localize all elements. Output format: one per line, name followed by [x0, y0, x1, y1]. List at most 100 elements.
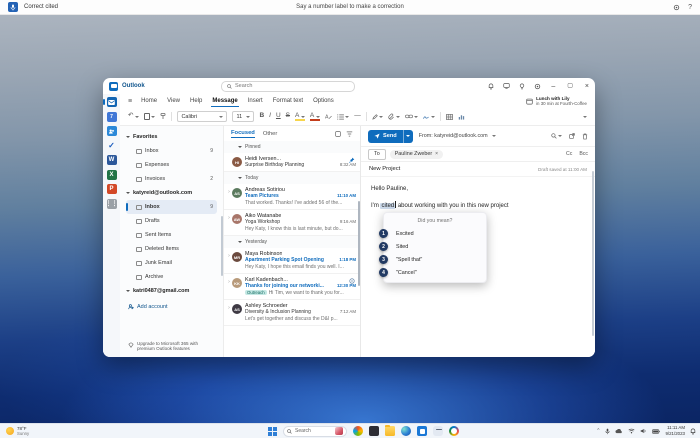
- rail-excel-icon[interactable]: X: [107, 170, 117, 180]
- paste-icon[interactable]: [144, 113, 156, 120]
- folder-favorites-expenses[interactable]: Expenses: [126, 158, 217, 172]
- suggestion-excited[interactable]: 1 Excited: [384, 227, 486, 240]
- close-button[interactable]: ×: [585, 83, 589, 90]
- taskbar-outlook-icon-active[interactable]: [433, 426, 443, 436]
- italic-button[interactable]: I: [269, 113, 271, 120]
- expand-chevron-icon[interactable]: ›: [226, 251, 232, 270]
- popout-icon[interactable]: [569, 133, 575, 139]
- select-messages-icon[interactable]: [335, 131, 341, 137]
- expand-chevron-icon[interactable]: ›: [226, 213, 232, 232]
- search-input[interactable]: Search: [221, 81, 355, 92]
- from-selector[interactable]: From: katyreid@outlook.com: [419, 133, 496, 139]
- message-list-scrollbar[interactable]: [358, 201, 360, 286]
- strikethrough-button[interactable]: S: [286, 113, 290, 120]
- expand-chevron-icon[interactable]: ›: [226, 187, 232, 206]
- voice-help-icon[interactable]: ?: [688, 4, 692, 11]
- rail-word-icon[interactable]: W: [107, 155, 117, 165]
- tray-microphone-icon[interactable]: [605, 428, 610, 435]
- feedback-icon[interactable]: [503, 83, 510, 89]
- bold-button[interactable]: B: [259, 113, 264, 120]
- link-icon[interactable]: [405, 114, 419, 119]
- group-header-yesterday[interactable]: Yesterday: [224, 236, 360, 248]
- folder-junk-email[interactable]: Junk Email: [126, 256, 217, 270]
- cc-button[interactable]: Cc: [566, 151, 572, 157]
- notifications-bell-icon[interactable]: [488, 83, 494, 90]
- maximize-button[interactable]: ▢: [567, 83, 573, 89]
- folder-pane-scrollbar[interactable]: [221, 216, 223, 276]
- email-row-heidi[interactable]: HI Heidi Iversen... Surprise Birthday Pl…: [224, 153, 360, 172]
- folder-drafts[interactable]: Drafts: [126, 214, 217, 228]
- remove-recipient-icon[interactable]: ×: [435, 151, 438, 157]
- voice-settings-gear-icon[interactable]: [673, 4, 680, 11]
- minimize-button[interactable]: –: [551, 83, 555, 90]
- taskbar-terminal-icon[interactable]: [369, 426, 379, 436]
- email-row-aiko[interactable]: › AW Aiko Watanabe Yoga Workshop9:16 AM …: [224, 210, 360, 236]
- expand-chevron-icon[interactable]: ›: [226, 303, 232, 322]
- discard-trash-icon[interactable]: [582, 133, 588, 140]
- notification-bell-icon[interactable]: [690, 428, 696, 435]
- rail-more-apps-icon[interactable]: ⋮⋮: [107, 199, 117, 209]
- settings-gear-icon[interactable]: [534, 83, 541, 90]
- tab-message[interactable]: Message: [211, 96, 238, 107]
- group-header-today[interactable]: Today: [224, 172, 360, 184]
- highlight-color-button[interactable]: A: [295, 113, 305, 120]
- editor-pen-icon[interactable]: [372, 114, 384, 120]
- rail-people-icon[interactable]: [107, 126, 117, 136]
- font-size-select[interactable]: 11: [232, 111, 254, 122]
- attach-paperclip-icon[interactable]: [388, 113, 400, 120]
- hamburger-menu-icon[interactable]: ≡: [128, 98, 132, 105]
- start-button[interactable]: [268, 427, 277, 436]
- taskbar-file-explorer-icon[interactable]: [385, 426, 395, 436]
- tab-options[interactable]: Options: [312, 96, 335, 106]
- tab-insert[interactable]: Insert: [247, 96, 264, 106]
- weather-widget[interactable]: 78°F Sunny: [0, 426, 180, 436]
- suggestion-cancel[interactable]: 4 "Cancel": [384, 266, 486, 279]
- email-row-andreas[interactable]: › AS Andreas Sotiriou Team Pictures11:10…: [224, 184, 360, 210]
- filter-icon[interactable]: [346, 131, 353, 137]
- email-row-karl[interactable]: › KK Karl Kadenbach... Thanks for joinin…: [224, 274, 360, 300]
- rail-todo-icon[interactable]: ✓: [107, 141, 117, 151]
- folder-sent-items[interactable]: Sent Items: [126, 228, 217, 242]
- favorites-section-header[interactable]: Favorites: [126, 130, 223, 144]
- tab-home[interactable]: Home: [140, 96, 158, 106]
- toolbar-more-chevron-icon[interactable]: [582, 116, 588, 118]
- taskbar-clock[interactable]: 11:11 AM 9/21/2023: [665, 425, 685, 436]
- subject-field[interactable]: New Project: [369, 166, 400, 172]
- email-row-ashley[interactable]: › AS Ashley Schroeder Diversity & Inclus…: [224, 300, 360, 326]
- misspelled-word-highlight[interactable]: cited: [380, 203, 395, 209]
- folder-favorites-inbox[interactable]: Inbox9: [126, 144, 217, 158]
- taskbar-chat-icon[interactable]: [449, 426, 459, 436]
- recipient-pill[interactable]: Pauline Zweber ×: [390, 150, 443, 159]
- editor-zoom-icon[interactable]: [551, 133, 563, 139]
- folder-inbox-selected[interactable]: Inbox9: [126, 200, 217, 214]
- signature-icon[interactable]: [423, 114, 435, 120]
- rail-calendar-icon[interactable]: 7: [107, 112, 117, 122]
- tray-volume-icon[interactable]: [640, 428, 647, 434]
- insert-table-icon[interactable]: [446, 114, 453, 120]
- undo-icon[interactable]: ↶: [128, 113, 139, 120]
- taskbar-edge-icon[interactable]: [401, 426, 411, 436]
- send-options-chevron-icon[interactable]: [403, 130, 413, 143]
- taskbar-store-icon[interactable]: [417, 426, 427, 436]
- expand-chevron-icon[interactable]: ›: [226, 277, 232, 296]
- email-row-maya[interactable]: › MR Maya Robinson Apartment Parking Spo…: [224, 248, 360, 274]
- taskbar-search[interactable]: Search: [283, 426, 347, 437]
- tab-other[interactable]: Other: [263, 131, 278, 137]
- upgrade-banner[interactable]: Upgrade to Microsoft 365 with premium Ou…: [128, 341, 217, 352]
- tray-overflow-chevron-icon[interactable]: ⌃: [596, 428, 600, 434]
- font-family-select[interactable]: Calibri: [177, 111, 227, 122]
- tray-battery-icon[interactable]: [652, 429, 660, 434]
- compose-scrollbar[interactable]: [592, 171, 595, 336]
- bcc-button[interactable]: Bcc: [579, 151, 588, 157]
- list-format-icon[interactable]: [337, 114, 350, 120]
- horizontal-rule-icon[interactable]: —: [354, 113, 361, 120]
- folder-deleted-items[interactable]: Deleted Items: [126, 242, 217, 256]
- insert-chart-icon[interactable]: [458, 114, 465, 120]
- rail-powerpoint-icon[interactable]: P: [107, 184, 117, 194]
- account-outlook-header[interactable]: katyreid@outlook.com: [126, 186, 223, 200]
- tray-onedrive-icon[interactable]: [615, 429, 623, 434]
- tray-wifi-icon[interactable]: [628, 428, 635, 434]
- account-gmail-header[interactable]: katri0487@gmail.com: [126, 284, 223, 298]
- add-account-button[interactable]: Add account: [126, 300, 223, 314]
- send-button[interactable]: Send: [368, 130, 413, 143]
